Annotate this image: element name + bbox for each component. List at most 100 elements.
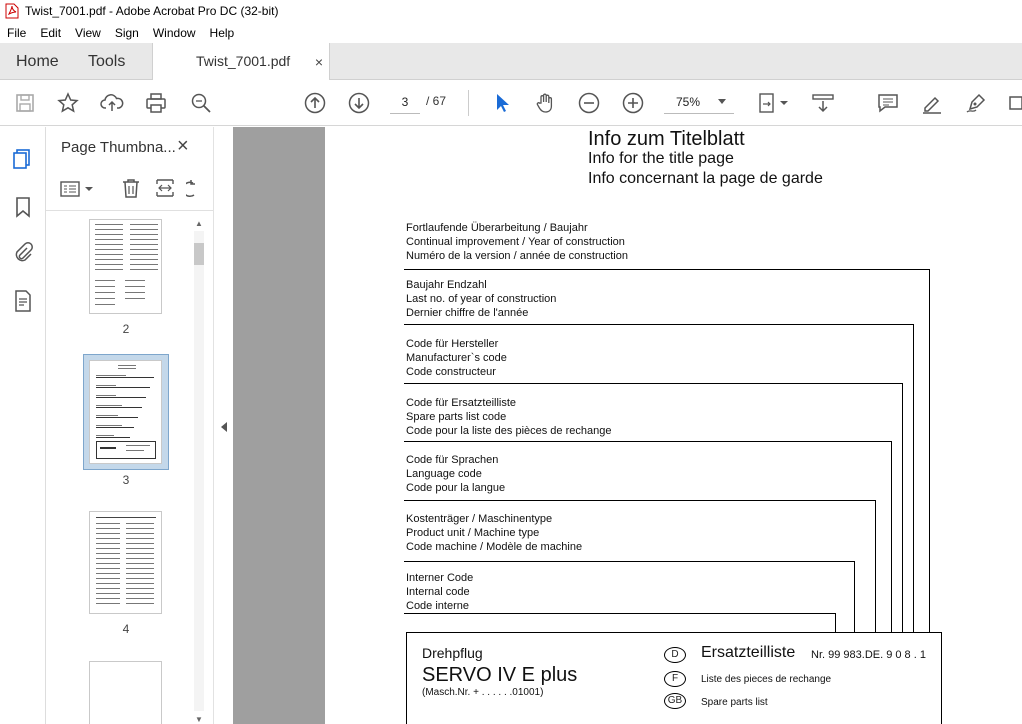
zoom-search-icon[interactable] — [189, 91, 213, 115]
spare-parts-number: Nr. 99 983.DE. 9 0 8 . 1 — [811, 649, 926, 661]
leader-line — [913, 324, 914, 632]
leader-line — [854, 561, 855, 632]
thumbnail-page-4-label: 4 — [122, 622, 130, 636]
zoom-level-dropdown[interactable]: 75% — [664, 90, 734, 114]
document-viewport[interactable]: Info zum Titelblatt Info for the title p… — [233, 127, 1022, 724]
acrobat-pdf-icon — [5, 3, 19, 19]
panel-collapse-handle[interactable] — [213, 127, 233, 724]
tab-document[interactable]: Twist_7001.pdf × — [152, 43, 330, 81]
leader-line — [404, 500, 876, 501]
rotate-page-icon[interactable] — [182, 177, 208, 202]
previous-page-icon[interactable] — [303, 91, 327, 115]
pdf-subheading-fr: Info concernant la page de garde — [588, 170, 823, 187]
label-group-machine: Kostenträger / Maschinentype Product unit… — [406, 513, 583, 553]
menu-bar: File Edit View Sign Window Help — [0, 22, 1022, 43]
thumbnail-page-3[interactable] — [89, 360, 162, 464]
attachments-paperclip-icon[interactable] — [11, 241, 35, 265]
select-cursor-icon[interactable] — [490, 91, 514, 115]
leader-line — [902, 383, 903, 632]
page-thumbnails-icon[interactable] — [11, 147, 35, 171]
lang-gb-badge: GB — [664, 693, 686, 709]
fit-page-icon[interactable] — [756, 91, 780, 115]
upload-cloud-icon[interactable] — [100, 91, 124, 115]
tab-bar: Home Tools Twist_7001.pdf × — [0, 43, 1022, 81]
hand-tool-icon[interactable] — [533, 91, 557, 115]
label-group-internal: Interner Code Internal code Code interne — [406, 572, 474, 612]
thumbnail-page-3-label: 3 — [122, 473, 130, 487]
highlight-pen-icon[interactable] — [920, 91, 944, 115]
lang-f-badge: F — [664, 671, 686, 687]
title-bar: Twist_7001.pdf - Adobe Acrobat Pro DC (3… — [0, 0, 1022, 22]
thumbnail-options-icon[interactable] — [60, 179, 94, 202]
scroll-up-icon[interactable]: ▲ — [195, 219, 203, 228]
product-kind: Drehpflug — [422, 645, 483, 661]
menu-file[interactable]: File — [0, 26, 33, 40]
bookmark-star-icon[interactable] — [56, 91, 80, 115]
label-group-revision: Fortlaufende Überarbeitung / Baujahr Cont… — [406, 222, 628, 262]
spare-parts-fr-label: Liste des pieces de rechange — [701, 674, 832, 685]
toolbar-divider — [468, 90, 469, 116]
menu-edit[interactable]: Edit — [33, 26, 68, 40]
close-tab-icon[interactable]: × — [315, 54, 323, 70]
pdf-heading: Info zum Titelblatt — [588, 128, 745, 150]
leader-line — [891, 441, 892, 632]
thumbnail-page-2-label: 2 — [122, 322, 130, 336]
thumbnail-page-4[interactable] — [89, 511, 162, 614]
menu-view[interactable]: View — [68, 26, 108, 40]
window-title: Twist_7001.pdf - Adobe Acrobat Pro DC (3… — [25, 4, 279, 18]
document-content-icon[interactable] — [11, 289, 35, 313]
zoom-in-icon[interactable] — [621, 91, 645, 115]
tab-tools[interactable]: Tools — [88, 43, 125, 80]
close-panel-icon[interactable]: × — [177, 135, 189, 158]
print-icon[interactable] — [144, 91, 168, 115]
product-name: SERVO IV E plus — [422, 664, 578, 686]
scrollbar-track[interactable] — [194, 231, 204, 711]
comment-icon[interactable] — [876, 91, 900, 115]
leader-line — [875, 500, 876, 632]
pdf-subheading-en: Info for the title page — [588, 150, 734, 167]
leader-line — [404, 613, 836, 614]
insert-page-icon[interactable] — [154, 177, 176, 202]
save-icon[interactable] — [13, 91, 37, 115]
tab-document-label: Twist_7001.pdf — [196, 53, 291, 69]
product-serial: (Masch.Nr. + . . . . . .01001) — [422, 687, 544, 698]
spare-parts-en-label: Spare parts list — [701, 697, 768, 708]
menu-help[interactable]: Help — [203, 26, 242, 40]
delete-trash-icon[interactable] — [120, 177, 142, 202]
thumbnails-toolbar — [46, 167, 213, 211]
scroll-down-icon[interactable]: ▼ — [195, 715, 203, 724]
zoom-out-icon[interactable] — [577, 91, 601, 115]
thumbnail-page-5[interactable] — [89, 661, 162, 724]
label-group-spare-parts: Code für Ersatzteilliste Spare parts list… — [406, 397, 612, 437]
leader-line — [835, 613, 836, 632]
left-rail — [0, 127, 46, 724]
scrollbar-thumb[interactable] — [194, 243, 204, 265]
label-group-year: Baujahr Endzahl Last no. of year of const… — [406, 279, 557, 319]
tab-home[interactable]: Home — [16, 43, 59, 80]
leader-line — [404, 561, 855, 562]
label-group-language: Code für Sprachen Language code Code pour … — [406, 454, 506, 494]
scroll-mode-icon[interactable] — [811, 91, 835, 115]
leader-line — [404, 269, 930, 270]
collapse-arrow-icon — [221, 422, 227, 432]
label-group-manufacturer: Code für Hersteller Manufacturer`s code Co… — [406, 338, 507, 378]
zoom-level-value: 75% — [676, 95, 701, 109]
next-page-icon[interactable] — [347, 91, 371, 115]
menu-sign[interactable]: Sign — [108, 26, 146, 40]
sign-pen-icon[interactable] — [964, 91, 988, 115]
page-total: / 67 — [426, 94, 447, 108]
lang-d-badge: D — [664, 647, 686, 663]
spare-parts-de-label: Ersatzteilliste — [701, 644, 796, 661]
thumbnail-page-2[interactable] — [89, 219, 162, 314]
fit-page-dropdown-icon[interactable] — [779, 91, 789, 115]
page-thumbnails-panel: Page Thumbna... × 2 3 4 ▲ ▼ — [46, 127, 213, 724]
more-tools-icon[interactable] — [1006, 91, 1022, 115]
thumbnails-scrollbar[interactable]: ▲ ▼ — [192, 219, 206, 724]
bookmarks-icon[interactable] — [11, 195, 35, 219]
zoom-caret-icon — [718, 99, 726, 104]
page-number-input[interactable]: 3 — [390, 90, 420, 114]
leader-line — [404, 324, 914, 325]
menu-window[interactable]: Window — [146, 26, 203, 40]
pdf-page: Info zum Titelblatt Info for the title p… — [325, 127, 1022, 724]
toolbar — [0, 80, 1022, 126]
